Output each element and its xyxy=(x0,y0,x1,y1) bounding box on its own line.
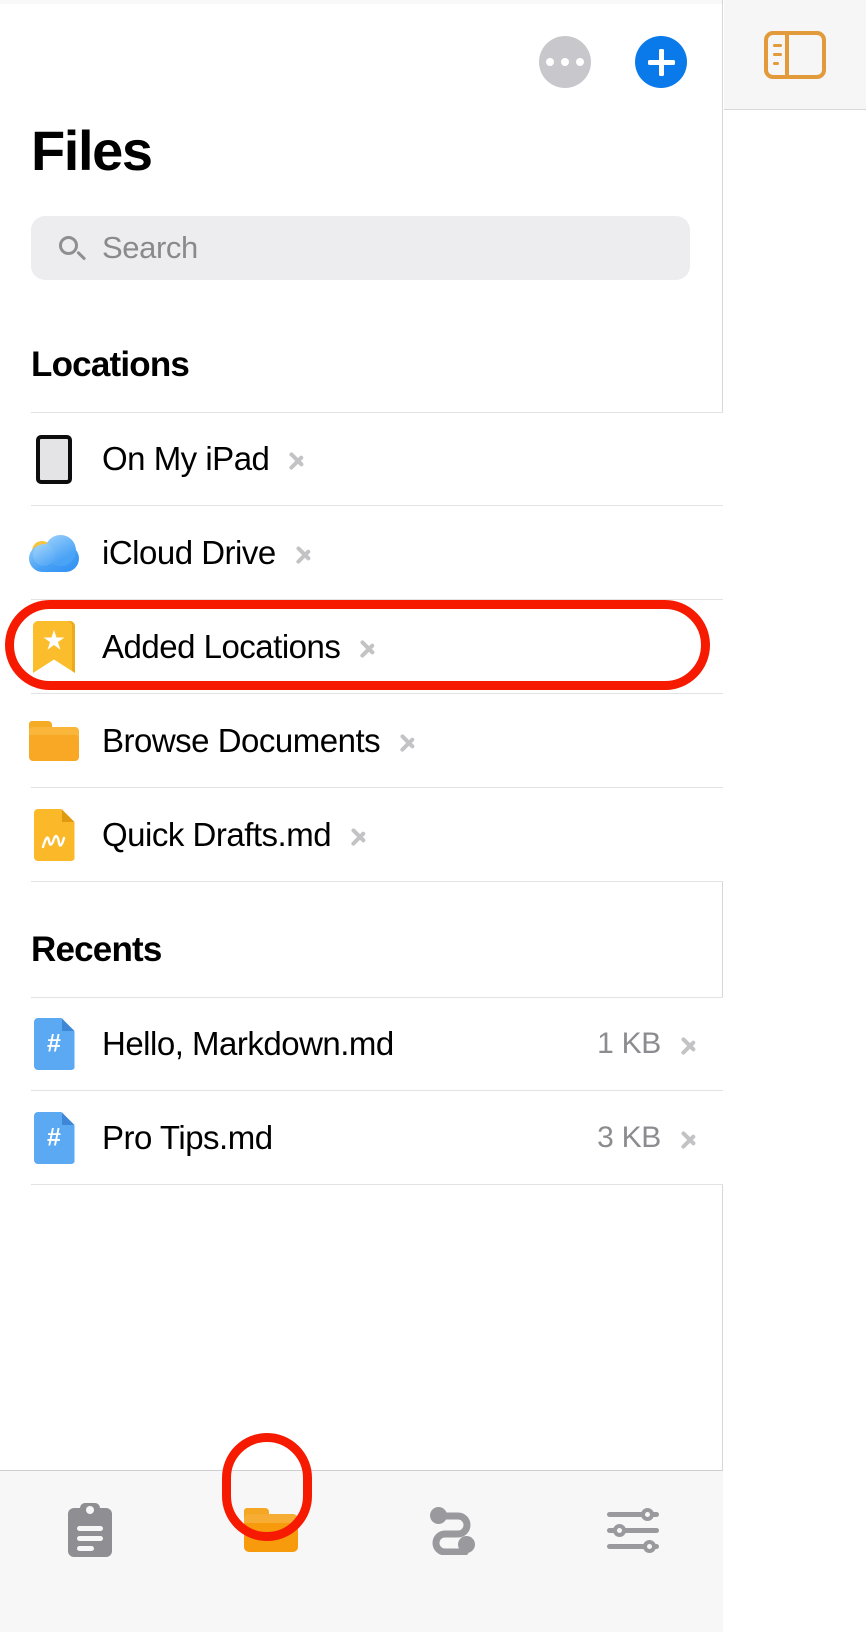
sliders-icon xyxy=(606,1507,659,1553)
section-header-locations: Locations xyxy=(31,345,190,384)
ellipsis-icon xyxy=(546,58,584,66)
section-header-recents: Recents xyxy=(31,930,162,969)
file-size: 1 KB xyxy=(597,1027,661,1060)
flow-route-icon xyxy=(428,1505,476,1555)
detail-pane xyxy=(724,0,866,1632)
chevron-right-icon xyxy=(360,634,375,660)
sidebar-toolbar xyxy=(0,0,723,112)
page-title: Files xyxy=(31,119,153,182)
row-label: Browse Documents xyxy=(102,722,381,759)
row-label: iCloud Drive xyxy=(102,534,276,571)
sidebar-toggle-icon[interactable] xyxy=(764,30,826,79)
chevron-right-icon xyxy=(681,1125,696,1151)
markdown-file-icon: # xyxy=(28,1112,80,1164)
more-button[interactable] xyxy=(539,36,591,88)
sidebar-item-on-my-ipad[interactable]: On My iPad xyxy=(0,412,723,506)
tab-settings[interactable] xyxy=(542,1471,723,1581)
folder-icon xyxy=(244,1508,299,1552)
markdown-draft-icon xyxy=(28,809,80,861)
row-label: Hello, Markdown.md xyxy=(102,1025,394,1062)
search-field[interactable] xyxy=(31,216,690,280)
route-path xyxy=(432,1512,471,1555)
search-icon xyxy=(59,235,87,262)
plus-icon xyxy=(647,48,675,76)
list-item-pro-tips[interactable]: # Pro Tips.md 3 KB xyxy=(0,1091,723,1185)
bookmark-star-icon: ★ xyxy=(28,621,80,673)
sidebar-item-quick-drafts[interactable]: Quick Drafts.md xyxy=(0,788,723,882)
markdown-file-icon: # xyxy=(28,1018,80,1070)
list-item-hello-markdown[interactable]: # Hello, Markdown.md 1 KB xyxy=(0,997,723,1091)
folder-icon xyxy=(28,715,80,767)
row-label: Added Locations xyxy=(102,628,341,665)
file-size: 3 KB xyxy=(597,1121,661,1154)
tab-flow[interactable] xyxy=(362,1471,543,1581)
chevron-right-icon xyxy=(400,728,415,754)
scribble-glyph xyxy=(41,834,65,849)
files-sidebar: Files Locations On My iPad iCloud Drive … xyxy=(0,0,723,1632)
row-label: Quick Drafts.md xyxy=(102,816,332,853)
row-label: Pro Tips.md xyxy=(102,1119,273,1156)
icloud-icon xyxy=(28,527,80,579)
clipboard-icon xyxy=(68,1503,113,1557)
chevron-right-icon xyxy=(289,446,304,472)
chevron-right-icon xyxy=(681,1031,696,1057)
search-input[interactable] xyxy=(102,230,622,266)
sidebar-item-browse-documents[interactable]: Browse Documents xyxy=(0,694,723,788)
add-button[interactable] xyxy=(635,36,687,88)
chevron-right-icon xyxy=(296,540,311,566)
ipad-files-browser-screen: Files Locations On My iPad iCloud Drive … xyxy=(0,0,866,1632)
tab-bar xyxy=(0,1470,723,1632)
ipad-icon xyxy=(28,433,80,485)
chevron-right-icon xyxy=(351,822,366,848)
sidebar-item-added-locations[interactable]: ★ Added Locations xyxy=(0,600,723,694)
sidebar-item-icloud-drive[interactable]: iCloud Drive xyxy=(0,506,723,600)
tab-clipboard[interactable] xyxy=(0,1471,181,1581)
tab-files[interactable] xyxy=(181,1471,362,1581)
row-label: On My iPad xyxy=(102,440,270,477)
detail-pane-header xyxy=(724,0,866,110)
